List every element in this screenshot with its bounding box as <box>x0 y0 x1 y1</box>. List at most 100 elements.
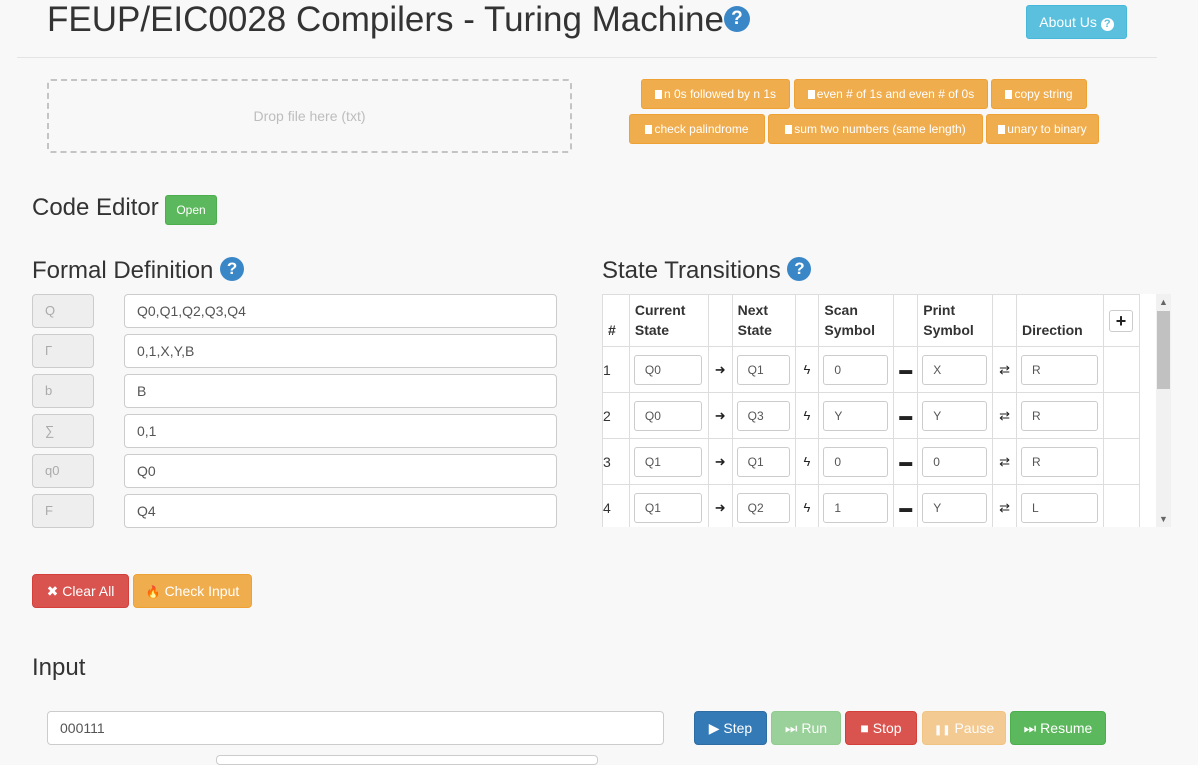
example-label: check palindrome <box>654 122 749 136</box>
bolt-icon: ϟ <box>794 438 820 485</box>
col-header-spacer <box>893 294 919 347</box>
transitions-scrollbar-thumb[interactable] <box>1157 311 1170 389</box>
scan-symbol-input[interactable]: 1 <box>823 492 889 523</box>
transitions-table: # Current State Next State Scan Symbol Prin… <box>602 294 1141 527</box>
pause-icon: ❚❚ <box>933 725 951 736</box>
file-icon <box>998 125 1006 134</box>
def-input-blank-symbol[interactable]: B <box>124 374 557 408</box>
row-actions-cell <box>1102 484 1141 527</box>
def-label-gamma: Γ <box>32 334 94 368</box>
col-header-scan-symbol: Scan Symbol <box>818 294 895 347</box>
question-circle-icon[interactable]: ? <box>787 257 812 281</box>
bolt-icon: ϟ <box>794 484 820 527</box>
direction-input[interactable]: R <box>1021 446 1099 477</box>
example-label: copy string <box>1014 87 1073 101</box>
tape-input-field[interactable]: 000111 <box>47 711 664 745</box>
row-actions-cell <box>1102 392 1141 439</box>
check-input-button[interactable]: 🔥 Check Input <box>133 574 252 608</box>
row-actions-cell <box>1102 346 1141 393</box>
print-symbol-input[interactable]: 0 <box>922 446 988 477</box>
file-drop-zone[interactable]: Drop file here (txt) <box>47 79 572 153</box>
example-label: even # of 1s and even # of 0s <box>816 87 975 101</box>
resume-button[interactable]: ⏭ Resume <box>1010 711 1106 745</box>
scroll-up-arrow-icon[interactable]: ▲ <box>1156 294 1171 310</box>
question-circle-icon[interactable]: ? <box>723 6 750 32</box>
table-header-row: # Current State Next State Scan Symbol Prin… <box>602 294 1141 347</box>
print-symbol-input[interactable]: Y <box>922 492 988 523</box>
print-symbol-input[interactable]: X <box>922 354 988 385</box>
fast-forward-icon: ⏭ <box>784 720 798 736</box>
example-label: sum two numbers (same length) <box>794 122 966 136</box>
print-symbol-input[interactable]: Y <box>922 400 988 431</box>
def-input-tape-alphabet[interactable]: 0,1,X,Y,B <box>124 334 557 368</box>
def-label-q: Q <box>32 294 94 328</box>
example-button-unary-to-binary[interactable]: unary to binary <box>986 114 1099 144</box>
example-button-sum-two-numbers[interactable]: sum two numbers (same length) <box>768 114 983 144</box>
open-editor-button[interactable]: Open <box>165 195 217 225</box>
col-header-next-state: Next State <box>731 294 796 347</box>
bolt-icon: ϟ <box>794 392 820 439</box>
example-label: n 0s followed by n 1s <box>663 87 777 101</box>
def-input-states[interactable]: Q0,Q1,Q2,Q3,Q4 <box>124 294 557 328</box>
arrow-right-icon: ➜ <box>707 484 733 527</box>
tape-output-box <box>216 755 598 765</box>
scan-symbol-input[interactable]: 0 <box>823 446 889 477</box>
next-state-input[interactable]: Q1 <box>736 354 790 385</box>
direction-input[interactable]: L <box>1021 492 1099 523</box>
add-transition-button[interactable]: + <box>1108 309 1133 332</box>
stop-label: Stop <box>872 720 902 736</box>
def-input-input-alphabet[interactable]: 0,1 <box>124 414 557 448</box>
direction-input[interactable]: R <box>1021 354 1099 385</box>
question-circle-icon[interactable]: ? <box>220 257 245 281</box>
file-icon <box>807 90 815 99</box>
scroll-down-arrow-icon[interactable]: ▼ <box>1156 511 1171 527</box>
def-input-initial-state[interactable]: Q0 <box>124 454 557 488</box>
current-state-input[interactable]: Q1 <box>633 446 702 477</box>
next-state-input[interactable]: Q2 <box>736 492 790 523</box>
scan-symbol-input[interactable]: 0 <box>823 354 889 385</box>
example-button-check-palindrome[interactable]: check palindrome <box>629 114 765 144</box>
current-state-input[interactable]: Q0 <box>633 400 702 431</box>
clear-all-button[interactable]: ✖ Clear All <box>32 574 129 608</box>
next-state-input[interactable]: Q3 <box>736 400 790 431</box>
run-label: Run <box>801 720 828 736</box>
check-input-label: Check Input <box>164 583 240 599</box>
fire-icon: 🔥 <box>145 585 161 599</box>
file-icon <box>1005 90 1013 99</box>
about-us-button[interactable]: About Us ? <box>1026 5 1127 39</box>
col-header-number: # <box>602 294 630 347</box>
next-state-input[interactable]: Q1 <box>736 446 790 477</box>
transitions-table-container[interactable]: # Current State Next State Scan Symbol Prin… <box>602 294 1170 527</box>
example-label: unary to binary <box>1007 122 1087 136</box>
current-state-input[interactable]: Q0 <box>633 354 702 385</box>
row-number: 1 <box>602 346 630 393</box>
run-button[interactable]: ⏭ Run <box>771 711 841 745</box>
table-row: 3 Q1 ➜ Q1 ϟ 0 ▬ 0 ⇄ R <box>602 438 1141 485</box>
file-icon <box>785 125 793 134</box>
pause-button[interactable]: ❚❚ Pause <box>922 711 1006 745</box>
stop-button[interactable]: ■ Stop <box>845 711 917 745</box>
stop-icon: ■ <box>860 720 869 736</box>
step-button[interactable]: ▶ Step <box>694 711 767 745</box>
table-row: 2 Q0 ➜ Q3 ϟ Y ▬ Y ⇄ R <box>602 392 1141 439</box>
arrow-right-icon: ➜ <box>707 392 733 439</box>
formal-definition-title: Formal Definition <box>32 257 214 284</box>
swap-icon: ⇄ <box>992 392 1018 439</box>
example-button-n0s-n1s[interactable]: n 0s followed by n 1s <box>641 79 790 109</box>
clear-all-label: Clear All <box>62 583 115 599</box>
direction-input[interactable]: R <box>1021 400 1099 431</box>
step-label: Step <box>723 720 753 736</box>
current-state-input[interactable]: Q1 <box>633 492 702 523</box>
def-input-final-states[interactable]: Q4 <box>124 494 557 528</box>
input-heading: Input <box>32 654 86 681</box>
example-button-copy-string[interactable]: copy string <box>991 79 1087 109</box>
swap-icon: ⇄ <box>992 484 1018 527</box>
def-label-f: F <box>32 494 94 528</box>
col-header-spacer <box>992 294 1018 347</box>
def-label-blank: b <box>32 374 94 408</box>
scan-symbol-input[interactable]: Y <box>823 400 889 431</box>
minus-icon: ▬ <box>893 392 919 439</box>
page-title-text: FEUP/EIC0028 Compilers - Turing Machine <box>47 0 724 39</box>
example-button-even-0s-1s[interactable]: even # of 1s and even # of 0s <box>794 79 988 109</box>
col-header-spacer <box>794 294 820 347</box>
